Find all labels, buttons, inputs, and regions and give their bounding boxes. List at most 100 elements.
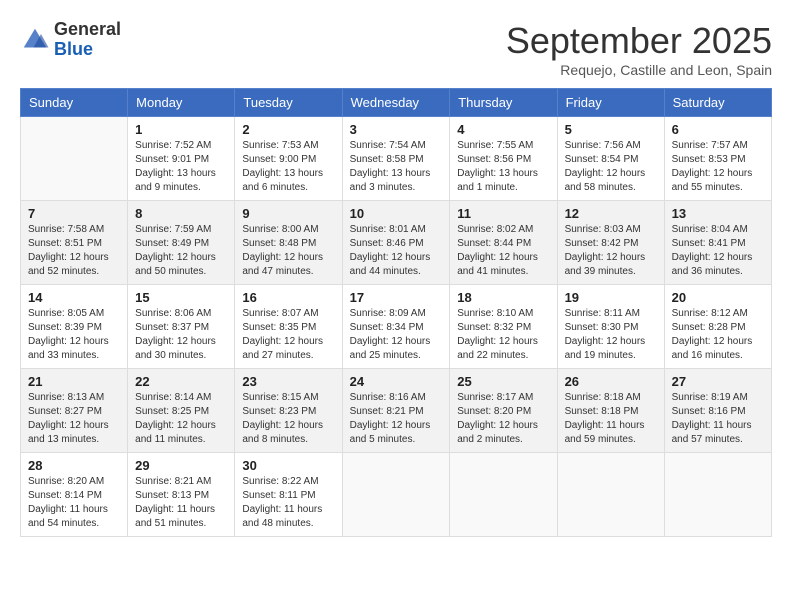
calendar-cell: 13 Sunrise: 8:04 AMSunset: 8:41 PMDayligh… (664, 201, 771, 285)
day-info: Sunrise: 8:05 AMSunset: 8:39 PMDaylight:… (28, 307, 120, 363)
day-number: 19 (565, 290, 657, 305)
calendar-cell: 21 Sunrise: 8:13 AMSunset: 8:27 PMDayligh… (21, 369, 128, 453)
day-number: 23 (242, 374, 334, 389)
day-number: 5 (565, 122, 657, 137)
day-info: Sunrise: 7:58 AMSunset: 8:51 PMDaylight:… (28, 223, 120, 279)
day-info: Sunrise: 7:59 AMSunset: 8:49 PMDaylight:… (135, 223, 227, 279)
day-info: Sunrise: 8:02 AMSunset: 8:44 PMDaylight:… (457, 223, 549, 279)
day-info: Sunrise: 7:57 AMSunset: 8:53 PMDaylight:… (672, 139, 764, 195)
calendar-cell: 23 Sunrise: 8:15 AMSunset: 8:23 PMDayligh… (235, 369, 342, 453)
calendar-cell: 9Sunrise: 8:00 AMSunset: 8:48 PMDaylight… (235, 201, 342, 285)
month-title: September 2025 (506, 20, 772, 62)
day-info: Sunrise: 7:52 AMSunset: 9:01 PMDaylight:… (135, 139, 227, 195)
day-number: 6 (672, 122, 764, 137)
calendar-cell: 17 Sunrise: 8:09 AMSunset: 8:34 PMDayligh… (342, 285, 450, 369)
day-number: 17 (350, 290, 443, 305)
day-number: 30 (242, 458, 334, 473)
calendar-cell: 19 Sunrise: 8:11 AMSunset: 8:30 PMDayligh… (557, 285, 664, 369)
day-info: Sunrise: 8:00 AMSunset: 8:48 PMDaylight:… (242, 223, 334, 279)
day-number: 29 (135, 458, 227, 473)
calendar-cell: 15 Sunrise: 8:06 AMSunset: 8:37 PMDayligh… (128, 285, 235, 369)
day-info: Sunrise: 7:55 AMSunset: 8:56 PMDaylight:… (457, 139, 549, 195)
calendar-cell: 7Sunrise: 7:58 AMSunset: 8:51 PMDaylight… (21, 201, 128, 285)
calendar-cell: 20 Sunrise: 8:12 AMSunset: 8:28 PMDayligh… (664, 285, 771, 369)
calendar-week-row: 28 Sunrise: 8:20 AMSunset: 8:14 PMDayligh… (21, 453, 772, 537)
calendar-cell: 11 Sunrise: 8:02 AMSunset: 8:44 PMDayligh… (450, 201, 557, 285)
calendar-cell: 6 Sunrise: 7:57 AMSunset: 8:53 PMDaylight… (664, 117, 771, 201)
day-number: 12 (565, 206, 657, 221)
calendar-cell: 1 Sunrise: 7:52 AMSunset: 9:01 PMDaylight… (128, 117, 235, 201)
day-info: Sunrise: 8:18 AMSunset: 8:18 PMDaylight:… (565, 391, 657, 447)
calendar-cell (342, 453, 450, 537)
logo-text: General Blue (54, 20, 121, 60)
day-info: Sunrise: 7:56 AMSunset: 8:54 PMDaylight:… (565, 139, 657, 195)
calendar-cell: 30 Sunrise: 8:22 AMSunset: 8:11 PMDayligh… (235, 453, 342, 537)
day-info: Sunrise: 8:20 AMSunset: 8:14 PMDaylight:… (28, 475, 120, 531)
day-info: Sunrise: 7:53 AMSunset: 9:00 PMDaylight:… (242, 139, 334, 195)
calendar-cell (557, 453, 664, 537)
calendar-table: SundayMondayTuesdayWednesdayThursdayFrid… (20, 88, 772, 537)
calendar-week-row: 21 Sunrise: 8:13 AMSunset: 8:27 PMDayligh… (21, 369, 772, 453)
day-number: 22 (135, 374, 227, 389)
day-number: 24 (350, 374, 443, 389)
calendar-cell: 10Sunrise: 8:01 AMSunset: 8:46 PMDayligh… (342, 201, 450, 285)
day-number: 21 (28, 374, 120, 389)
calendar-header-row: SundayMondayTuesdayWednesdayThursdayFrid… (21, 89, 772, 117)
day-info: Sunrise: 8:01 AMSunset: 8:46 PMDaylight:… (350, 223, 443, 279)
day-info: Sunrise: 8:14 AMSunset: 8:25 PMDaylight:… (135, 391, 227, 447)
day-info: Sunrise: 8:17 AMSunset: 8:20 PMDaylight:… (457, 391, 549, 447)
col-header-tuesday: Tuesday (235, 89, 342, 117)
day-info: Sunrise: 7:54 AMSunset: 8:58 PMDaylight:… (350, 139, 443, 195)
location-subtitle: Requejo, Castille and Leon, Spain (506, 62, 772, 78)
col-header-friday: Friday (557, 89, 664, 117)
calendar-cell: 16 Sunrise: 8:07 AMSunset: 8:35 PMDayligh… (235, 285, 342, 369)
calendar-week-row: 7Sunrise: 7:58 AMSunset: 8:51 PMDaylight… (21, 201, 772, 285)
day-number: 8 (135, 206, 227, 221)
day-number: 20 (672, 290, 764, 305)
calendar-cell (450, 453, 557, 537)
day-info: Sunrise: 8:15 AMSunset: 8:23 PMDaylight:… (242, 391, 334, 447)
calendar-cell (664, 453, 771, 537)
col-header-wednesday: Wednesday (342, 89, 450, 117)
col-header-monday: Monday (128, 89, 235, 117)
day-info: Sunrise: 8:04 AMSunset: 8:41 PMDaylight:… (672, 223, 764, 279)
calendar-cell: 2 Sunrise: 7:53 AMSunset: 9:00 PMDaylight… (235, 117, 342, 201)
logo-icon (20, 25, 50, 55)
day-info: Sunrise: 8:12 AMSunset: 8:28 PMDaylight:… (672, 307, 764, 363)
day-info: Sunrise: 8:11 AMSunset: 8:30 PMDaylight:… (565, 307, 657, 363)
day-number: 15 (135, 290, 227, 305)
page-header: General Blue September 2025 Requejo, Cas… (20, 20, 772, 78)
day-info: Sunrise: 8:21 AMSunset: 8:13 PMDaylight:… (135, 475, 227, 531)
day-number: 2 (242, 122, 334, 137)
logo: General Blue (20, 20, 121, 60)
day-info: Sunrise: 8:09 AMSunset: 8:34 PMDaylight:… (350, 307, 443, 363)
day-number: 14 (28, 290, 120, 305)
calendar-cell: 27Sunrise: 8:19 AMSunset: 8:16 PMDayligh… (664, 369, 771, 453)
calendar-cell: 26Sunrise: 8:18 AMSunset: 8:18 PMDayligh… (557, 369, 664, 453)
calendar-cell (21, 117, 128, 201)
day-number: 13 (672, 206, 764, 221)
day-number: 28 (28, 458, 120, 473)
day-number: 18 (457, 290, 549, 305)
day-info: Sunrise: 8:03 AMSunset: 8:42 PMDaylight:… (565, 223, 657, 279)
calendar-cell: 29 Sunrise: 8:21 AMSunset: 8:13 PMDayligh… (128, 453, 235, 537)
calendar-cell: 3 Sunrise: 7:54 AMSunset: 8:58 PMDaylight… (342, 117, 450, 201)
day-info: Sunrise: 8:16 AMSunset: 8:21 PMDaylight:… (350, 391, 443, 447)
calendar-cell: 18 Sunrise: 8:10 AMSunset: 8:32 PMDayligh… (450, 285, 557, 369)
day-info: Sunrise: 8:07 AMSunset: 8:35 PMDaylight:… (242, 307, 334, 363)
day-info: Sunrise: 8:06 AMSunset: 8:37 PMDaylight:… (135, 307, 227, 363)
day-number: 3 (350, 122, 443, 137)
calendar-cell: 24 Sunrise: 8:16 AMSunset: 8:21 PMDayligh… (342, 369, 450, 453)
calendar-week-row: 14 Sunrise: 8:05 AMSunset: 8:39 PMDayligh… (21, 285, 772, 369)
day-number: 16 (242, 290, 334, 305)
day-info: Sunrise: 8:22 AMSunset: 8:11 PMDaylight:… (242, 475, 334, 531)
day-number: 1 (135, 122, 227, 137)
day-number: 25 (457, 374, 549, 389)
day-info: Sunrise: 8:10 AMSunset: 8:32 PMDaylight:… (457, 307, 549, 363)
col-header-thursday: Thursday (450, 89, 557, 117)
day-number: 11 (457, 206, 549, 221)
col-header-sunday: Sunday (21, 89, 128, 117)
day-info: Sunrise: 8:13 AMSunset: 8:27 PMDaylight:… (28, 391, 120, 447)
day-number: 4 (457, 122, 549, 137)
col-header-saturday: Saturday (664, 89, 771, 117)
